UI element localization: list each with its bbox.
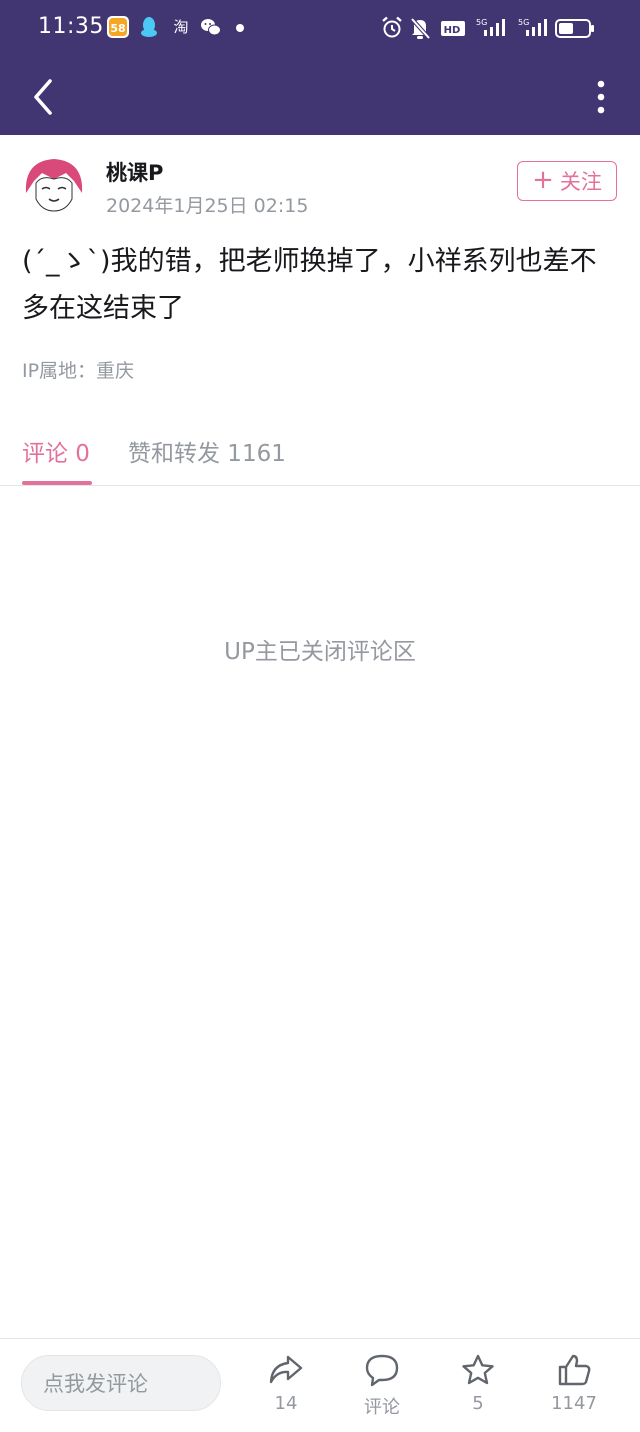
favorite-count: 5	[472, 1393, 484, 1414]
like-button[interactable]: 1147	[539, 1353, 609, 1423]
qq-icon	[139, 16, 161, 38]
alarm-icon	[381, 16, 403, 40]
tab-likes-reposts[interactable]: 赞和转发 1161	[128, 434, 286, 468]
status-bar: 11:35 58 淘 HD 5G 5G	[0, 0, 640, 58]
comment-label: 评论	[364, 1397, 400, 1418]
comment-icon	[365, 1354, 399, 1387]
share-button[interactable]: 14	[251, 1353, 321, 1423]
chevron-left-icon	[34, 79, 52, 115]
top-nav-bar	[0, 58, 640, 135]
58-app-icon: 58	[107, 16, 129, 38]
more-button[interactable]	[584, 72, 618, 122]
follow-label: 关注	[559, 170, 602, 194]
taobao-icon: 淘	[173, 18, 189, 36]
tab-bar: 评论 0 赞和转发 1161	[0, 420, 640, 486]
ip-location: IP属地：重庆	[22, 360, 135, 382]
comments-closed-message: UP主已关闭评论区	[224, 639, 416, 665]
5g-signal-icon: 5G	[474, 16, 508, 40]
notification-dot	[236, 24, 244, 32]
wechat-icon	[200, 16, 222, 38]
tab-comments[interactable]: 评论 0	[22, 434, 90, 468]
post-text: (´_ゝ`)我的错，把老师换掉了，小祥系列也差不多在这结束了	[22, 246, 597, 324]
comment-input[interactable]: 点我发评论	[21, 1355, 221, 1411]
active-tab-indicator	[22, 481, 92, 485]
svg-text:58: 58	[110, 22, 125, 35]
avatar[interactable]	[22, 153, 86, 217]
svg-text:5G: 5G	[518, 18, 529, 27]
battery-icon	[555, 16, 595, 40]
share-icon	[269, 1355, 303, 1384]
more-vertical-icon	[597, 80, 605, 114]
share-count: 14	[274, 1393, 298, 1414]
back-button[interactable]	[20, 72, 66, 122]
svg-text:5G: 5G	[476, 18, 487, 27]
5g-signal-icon: 5G	[516, 16, 550, 40]
mute-icon	[409, 16, 431, 40]
plus-icon: +	[532, 165, 554, 195]
bottom-action-bar: 点我发评论 14 评论 5 1147	[0, 1338, 640, 1432]
author-name[interactable]: 桃课P	[106, 157, 163, 187]
follow-button[interactable]: + 关注	[517, 161, 617, 201]
star-icon	[462, 1354, 494, 1385]
favorite-button[interactable]: 5	[443, 1353, 513, 1423]
thumbs-up-icon	[558, 1354, 591, 1386]
like-count: 1147	[551, 1393, 597, 1414]
hd-icon: HD	[440, 16, 466, 40]
comment-button[interactable]: 评论	[347, 1353, 417, 1423]
svg-text:HD: HD	[444, 25, 461, 36]
status-time: 11:35	[38, 14, 104, 39]
post-time: 2024年1月25日 02:15	[106, 195, 309, 217]
